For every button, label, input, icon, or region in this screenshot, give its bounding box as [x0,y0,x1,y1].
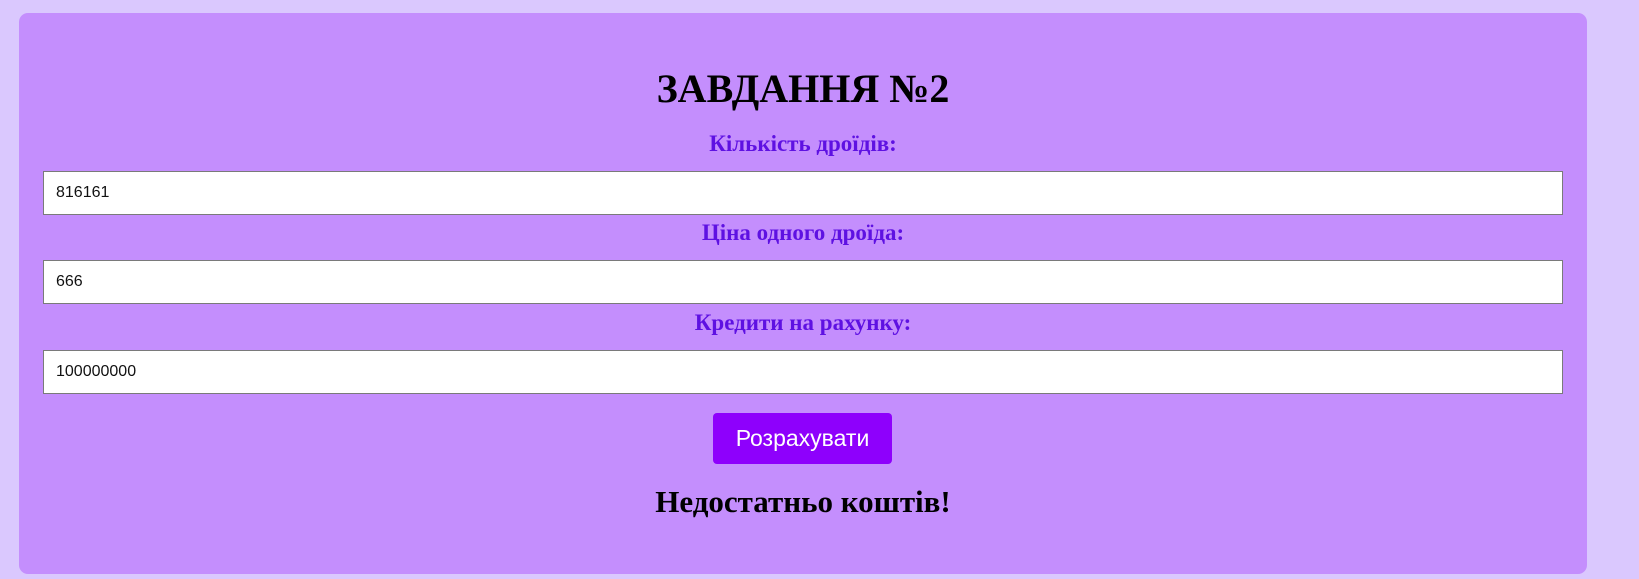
credits-label: Кредити на рахунку: [694,310,912,335]
calculate-button[interactable]: Розрахувати [713,413,892,464]
result-message: Недостатньо коштів! [655,484,951,519]
droid-price-label: Ціна одного дроїда: [701,220,905,245]
credits-input[interactable] [43,350,1563,394]
droid-count-label: Кількість дроїдів: [709,131,897,156]
task-card: ЗАВДАННЯ №2 Кількість дроїдів: Ціна одно… [19,13,1587,574]
page-title: ЗАВДАННЯ №2 [656,66,950,111]
droid-count-input[interactable] [43,171,1563,215]
page: { "task": { "title": "ЗАВДАННЯ №2" }, "f… [0,0,1639,579]
droid-price-input[interactable] [43,260,1563,304]
